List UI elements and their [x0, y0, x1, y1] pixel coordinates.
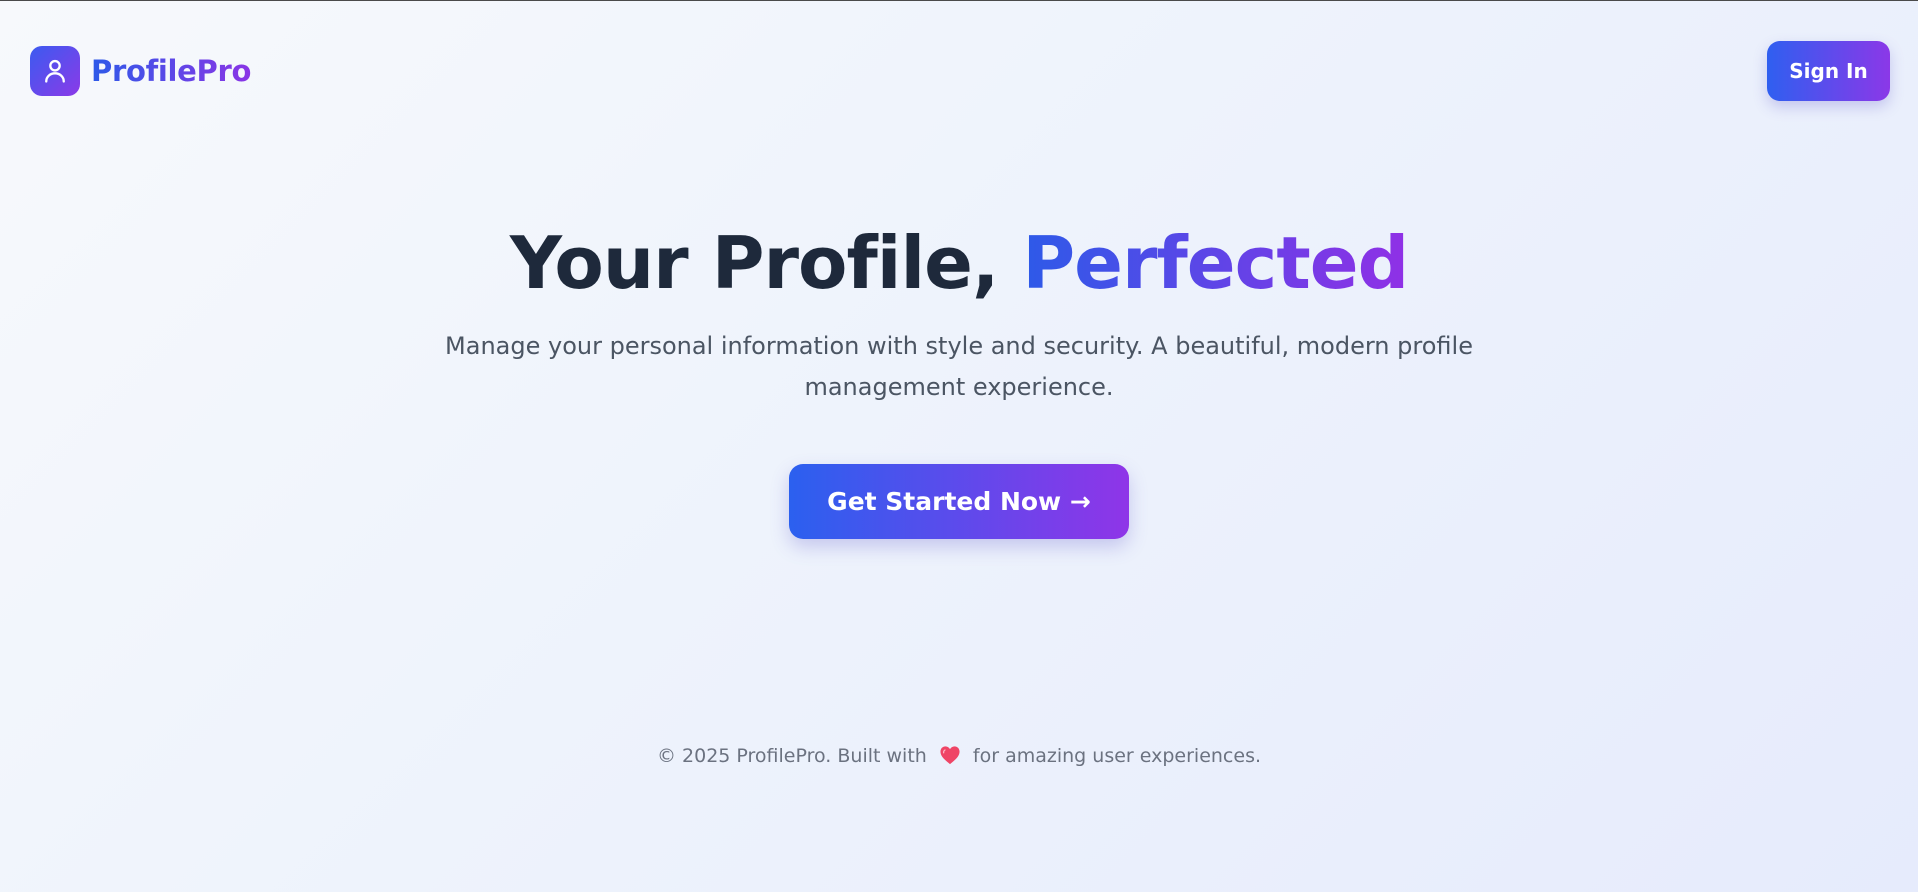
hero-title-accent: Perfected [1022, 221, 1409, 305]
user-icon [45, 59, 65, 83]
brand-name[interactable]: ProfilePro [91, 54, 251, 88]
footer-text-before: © 2025 ProfilePro. Built with [656, 745, 927, 767]
get-started-button[interactable]: Get Started Now → [789, 464, 1129, 539]
hero-section: Your Profile, Perfected Manage your pers… [0, 221, 1918, 539]
sign-in-button[interactable]: Sign In [1767, 41, 1890, 101]
logo[interactable] [30, 46, 80, 96]
hero-title: Your Profile, Perfected [0, 221, 1918, 306]
heart-icon [940, 746, 960, 765]
brand[interactable]: ProfilePro [30, 46, 251, 96]
hero-subtitle: Manage your personal information with st… [445, 332, 1473, 401]
hero-title-main: Your Profile, [509, 221, 1023, 305]
footer: © 2025 ProfilePro. Built with for amazin… [0, 745, 1918, 767]
footer-text-after: for amazing user experiences. [972, 745, 1262, 767]
